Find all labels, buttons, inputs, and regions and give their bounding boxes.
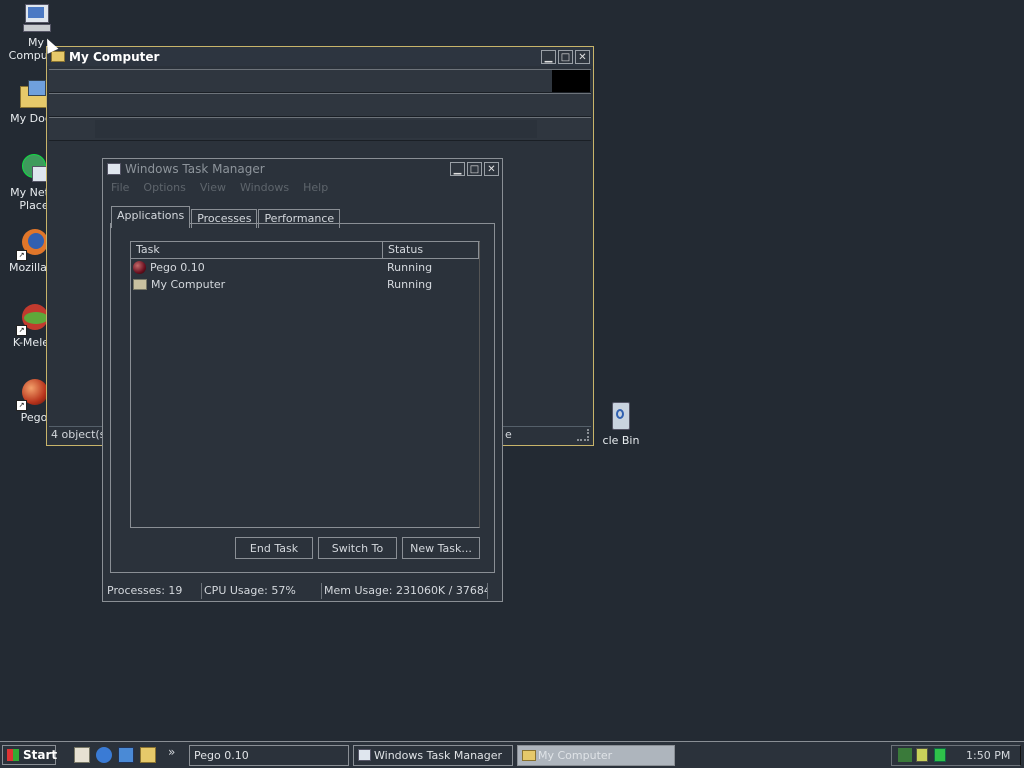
new-task-button[interactable]: New Task... bbox=[402, 537, 480, 559]
title-bar[interactable]: Windows Task Manager ▁ □ ✕ bbox=[103, 159, 502, 178]
folder-icon bbox=[522, 750, 536, 761]
network-tray-icon[interactable] bbox=[898, 748, 912, 762]
task-list[interactable]: Task Status Pego 0.10 Running My Compute… bbox=[130, 241, 480, 528]
status-mem-usage: Mem Usage: 231060K / 3768420K bbox=[322, 583, 488, 599]
shortcut-arrow-icon: ↗ bbox=[16, 400, 27, 411]
pego-ball-icon bbox=[133, 261, 146, 274]
status-object-count: 4 object(s) bbox=[51, 428, 110, 441]
task-name: Pego 0.10 bbox=[150, 261, 205, 274]
outlook-express-icon[interactable] bbox=[118, 747, 134, 763]
close-button[interactable]: ✕ bbox=[484, 161, 499, 176]
status-processes: Processes: 19 bbox=[105, 583, 202, 599]
folder-icon bbox=[133, 279, 147, 290]
menu-bar[interactable] bbox=[49, 69, 591, 93]
switch-to-button[interactable]: Switch To bbox=[318, 537, 397, 559]
taskbar-button-my-computer[interactable]: My Computer bbox=[517, 745, 675, 766]
internet-explorer-icon[interactable] bbox=[96, 747, 112, 763]
windows-explorer-icon[interactable] bbox=[140, 747, 156, 763]
list-header: Task Status bbox=[131, 242, 479, 259]
quick-launch-chevron-icon[interactable]: » bbox=[168, 745, 175, 759]
throbber-logo bbox=[552, 70, 590, 92]
task-name: My Computer bbox=[151, 278, 226, 291]
computer-icon bbox=[20, 2, 52, 34]
recycle-bin-icon bbox=[594, 400, 630, 432]
address-bar[interactable] bbox=[49, 117, 591, 141]
minimize-button[interactable]: ▁ bbox=[450, 161, 465, 176]
volume-tray-icon[interactable] bbox=[916, 748, 928, 762]
menu-windows[interactable]: Windows bbox=[240, 181, 289, 194]
address-input[interactable] bbox=[95, 120, 537, 138]
task-manager-window[interactable]: Windows Task Manager ▁ □ ✕ File Options … bbox=[102, 158, 503, 602]
maximize-button[interactable]: □ bbox=[467, 161, 482, 176]
shortcut-arrow-icon: ↗ bbox=[16, 250, 27, 261]
resize-grip[interactable] bbox=[488, 583, 498, 599]
toolbar[interactable] bbox=[49, 93, 591, 117]
menu-options[interactable]: Options bbox=[143, 181, 185, 194]
window-title: My Computer bbox=[69, 49, 160, 64]
windows-flag-icon bbox=[7, 749, 19, 761]
window-title: Windows Task Manager bbox=[125, 161, 265, 176]
taskbar-button-label: Windows Task Manager bbox=[374, 749, 503, 762]
menu-file[interactable]: File bbox=[111, 181, 129, 194]
task-status: Running bbox=[387, 261, 433, 274]
taskbar-button-task-manager[interactable]: Windows Task Manager bbox=[353, 745, 513, 766]
battery-tray-icon[interactable] bbox=[934, 748, 946, 762]
status-zone: e bbox=[505, 428, 512, 441]
column-header-status[interactable]: Status bbox=[383, 242, 479, 258]
system-tray: 1:50 PM bbox=[891, 745, 1021, 766]
close-button[interactable]: ✕ bbox=[575, 49, 590, 64]
folder-icon bbox=[51, 51, 65, 62]
title-bar[interactable]: My Computer ▁ □ ✕ bbox=[47, 47, 593, 66]
show-desktop-icon[interactable] bbox=[74, 747, 90, 763]
tab-applications[interactable]: Applications bbox=[111, 206, 191, 228]
start-button[interactable]: Start bbox=[2, 745, 58, 765]
resize-grip[interactable] bbox=[577, 429, 589, 441]
maximize-button[interactable]: □ bbox=[558, 49, 573, 64]
menu-help[interactable]: Help bbox=[303, 181, 328, 194]
task-status: Running bbox=[387, 278, 433, 291]
start-label: Start bbox=[23, 748, 58, 762]
taskbar-button-pego[interactable]: Pego 0.10 bbox=[189, 745, 349, 766]
menu-bar: File Options View Windows Help bbox=[103, 178, 502, 196]
menu-view[interactable]: View bbox=[200, 181, 226, 194]
applications-panel: Task Status Pego 0.10 Running My Compute… bbox=[110, 223, 495, 573]
shortcut-arrow-icon: ↗ bbox=[16, 325, 27, 336]
table-row[interactable]: Pego 0.10 Running bbox=[131, 259, 479, 276]
task-manager-icon bbox=[107, 162, 121, 175]
taskbar-button-label: My Computer bbox=[538, 749, 613, 762]
minimize-button[interactable]: ▁ bbox=[541, 49, 556, 64]
status-bar: Processes: 19 CPU Usage: 57% Mem Usage: … bbox=[105, 583, 500, 599]
taskbar: Start » Pego 0.10 Windows Task Manager M… bbox=[0, 741, 1024, 768]
end-task-button[interactable]: End Task bbox=[235, 537, 313, 559]
table-row[interactable]: My Computer Running bbox=[131, 276, 479, 293]
task-manager-icon bbox=[358, 749, 371, 761]
column-header-task[interactable]: Task bbox=[131, 242, 383, 258]
clock[interactable]: 1:50 PM bbox=[966, 748, 1010, 763]
status-cpu-usage: CPU Usage: 57% bbox=[202, 583, 322, 599]
